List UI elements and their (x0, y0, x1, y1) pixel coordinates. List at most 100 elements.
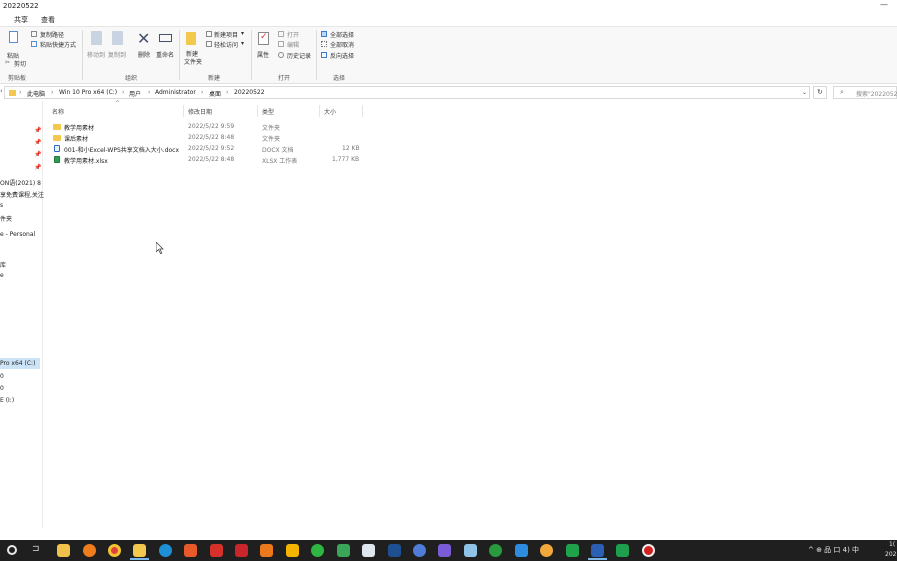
app-red-icon[interactable] (210, 544, 223, 557)
tab-share[interactable]: 共享 (11, 14, 31, 26)
folder-icon (53, 135, 61, 141)
scissors-icon: ✂ (5, 59, 11, 66)
select-all-label: 全部选择 (330, 32, 355, 39)
ribbon-separator (179, 30, 180, 80)
active-app-indicator (588, 558, 607, 560)
file-row[interactable]: 001-和小Excel-WPS共享文档入大小.docx 2022/5/22 9:… (50, 144, 360, 154)
record-icon[interactable] (642, 544, 655, 557)
paste-shortcut-label: 粘贴快捷方式 (40, 42, 77, 49)
edit-label: 编辑 (287, 42, 300, 49)
nav-item-quick-4[interactable]: 件夹 (0, 214, 12, 223)
xlsx-file-icon (54, 156, 60, 163)
nav-item-drive-2[interactable]: 0 (0, 385, 4, 392)
dropdown-arrow-icon: ▾ (241, 30, 245, 37)
chevron-right-icon: › (226, 89, 229, 96)
app-image-icon[interactable] (438, 544, 451, 557)
breadcrumb-users[interactable]: 用户 (129, 89, 141, 98)
wechat-icon[interactable] (311, 544, 324, 557)
invert-selection-icon (321, 52, 327, 58)
app-arrow-icon[interactable] (388, 544, 401, 557)
column-header-name[interactable]: 名称 (52, 107, 64, 116)
tab-view[interactable]: 查看 (38, 14, 58, 26)
app-notes-icon[interactable] (464, 544, 477, 557)
start-icon[interactable] (7, 545, 17, 555)
column-separator[interactable] (319, 105, 320, 117)
dropdown-arrow-icon: ▾ (241, 40, 245, 47)
breadcrumb-drive-c[interactable]: Win 10 Pro x64 (C:) (59, 89, 117, 96)
address-bar[interactable]: › 此电脑 › Win 10 Pro x64 (C:) › 用户 › Admin… (4, 86, 810, 99)
app-green2-icon[interactable] (489, 544, 502, 557)
sort-arrow-icon: ^ (115, 100, 121, 107)
store-icon[interactable] (57, 544, 70, 557)
app-green-square-icon[interactable] (566, 544, 579, 557)
chrome-icon[interactable] (108, 544, 121, 557)
file-row[interactable]: 教学用素材.xlsx 2022/5/22 8:48 XLSX 工作表 1,777… (50, 155, 360, 165)
minimize-button[interactable]: — (880, 0, 888, 9)
app-green-icon[interactable] (337, 544, 350, 557)
column-header-date[interactable]: 修改日期 (188, 107, 212, 116)
refresh-icon: ↻ (817, 88, 823, 96)
system-tray[interactable]: ^ ⊕ 品 口 4) 中 (808, 545, 859, 555)
delete-x-icon: ✕ (137, 29, 151, 48)
file-explorer-icon[interactable] (133, 544, 146, 557)
nav-item-drive-i[interactable]: E (I:) (0, 397, 14, 404)
paste-shortcut-icon (31, 41, 37, 47)
nav-item-drive-1[interactable]: 0 (0, 373, 4, 380)
clipboard-group-label: 剪贴板 (8, 75, 27, 82)
file-type: 文件夹 (262, 136, 281, 143)
clock-time[interactable]: 1( (889, 541, 895, 548)
nav-item-quick-2[interactable]: 享免费课程,关注 (0, 190, 44, 199)
edge-icon[interactable] (159, 544, 172, 557)
select-all-icon (321, 31, 327, 37)
clock-date[interactable]: 202 (885, 551, 896, 558)
refresh-button[interactable]: ↻ (813, 86, 827, 99)
column-separator[interactable] (183, 105, 184, 117)
app-x-icon[interactable] (184, 544, 197, 557)
column-separator[interactable] (257, 105, 258, 117)
column-header-size[interactable]: 大小 (324, 107, 336, 116)
up-arrow-icon[interactable]: ‹ (0, 87, 3, 95)
cut-label: 剪切 (14, 61, 27, 68)
nav-item-onedrive[interactable]: e - Personal (0, 231, 35, 238)
nav-item-library[interactable]: 库 (0, 260, 6, 269)
search-input[interactable]: ⌕ 搜索"20220522" (833, 86, 897, 99)
word-icon[interactable] (591, 544, 604, 557)
breadcrumb-administrator[interactable]: Administrator (155, 89, 196, 96)
open-label: 打开 (287, 32, 300, 39)
nav-item-e[interactable]: e (0, 272, 4, 279)
nav-item-quick-3[interactable]: s (0, 202, 3, 209)
app-blue-circle-icon[interactable] (413, 544, 426, 557)
nav-item-quick-1[interactable]: ON语(2021) 8 (0, 178, 41, 187)
app-network-icon[interactable] (362, 544, 375, 557)
app-red2-icon[interactable] (235, 544, 248, 557)
breadcrumb-current-folder[interactable]: 20220522 (234, 89, 265, 96)
properties-icon: ✓ (258, 32, 269, 45)
file-type: XLSX 工作表 (262, 158, 298, 165)
pin-icon[interactable]: 📌 (34, 164, 41, 171)
app-bird-icon[interactable] (515, 544, 528, 557)
breadcrumb-this-pc[interactable]: 此电脑 (27, 89, 45, 98)
chevron-down-icon[interactable]: ⌄ (802, 89, 807, 96)
pin-icon[interactable]: 📌 (34, 127, 41, 134)
player-icon[interactable] (286, 544, 299, 557)
app-orange-icon[interactable] (260, 544, 273, 557)
chevron-right-icon: › (51, 89, 54, 96)
file-row[interactable]: 课后素材 2022/5/22 8:48 文件夹 (50, 133, 360, 143)
organize-group-label: 组织 (125, 75, 138, 82)
wps-sheet-icon[interactable] (616, 544, 629, 557)
file-name: 教学用素材.xlsx (64, 158, 108, 165)
file-type: DOCX 文档 (262, 147, 294, 154)
file-row[interactable]: 教学用素材 2022/5/22 9:59 文件夹 (50, 122, 360, 132)
column-separator[interactable] (362, 105, 363, 117)
task-view-icon[interactable]: ⊐ (32, 544, 45, 557)
breadcrumb-desktop[interactable]: 桌面 (209, 89, 221, 98)
file-date: 2022/5/22 8:48 (188, 156, 235, 163)
app-avatar-icon[interactable] (540, 544, 553, 557)
column-header-type[interactable]: 类型 (262, 107, 274, 116)
window-title: 20220522 (3, 2, 39, 10)
search-app-icon[interactable] (83, 544, 96, 557)
pin-icon[interactable]: 📌 (34, 139, 41, 146)
pin-icon[interactable]: 📌 (34, 151, 41, 158)
nav-item-drive-c[interactable]: Pro x64 (C:) (0, 358, 40, 369)
search-icon: ⌕ (840, 88, 844, 96)
